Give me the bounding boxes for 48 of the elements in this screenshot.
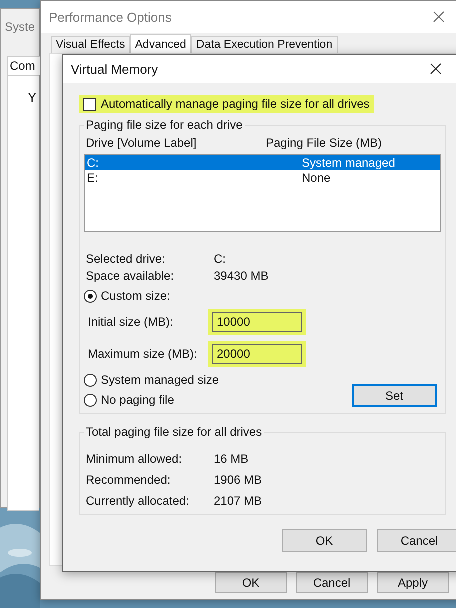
radio-button[interactable] [84, 394, 97, 406]
list-row[interactable]: E: None [85, 170, 440, 185]
list-row[interactable]: C: System managed [85, 155, 440, 170]
info-value: 1906 MB [214, 473, 262, 487]
dialog-button[interactable]: Apply [377, 572, 449, 593]
radio-label: No paging file [101, 393, 174, 407]
column-header: Drive [Volume Label] [86, 136, 198, 150]
input-field[interactable]: 10000 [208, 309, 306, 335]
info-label: Space available: [86, 269, 176, 283]
field-label: Initial size (MB): [88, 315, 174, 329]
size-text: System managed [301, 156, 396, 170]
window-title: Performance Options [49, 10, 172, 24]
checkbox-label: Automatically manage paging file size for all drives [101, 97, 370, 111]
checkbox-row[interactable]: Automatically manage paging file size for all drives [79, 95, 374, 113]
tab[interactable]: Com [7, 56, 40, 75]
info-value: 16 MB [214, 452, 249, 466]
info-value: C: [214, 252, 226, 266]
radio-button[interactable] [84, 374, 97, 386]
info-label: Minimum allowed: [86, 452, 184, 466]
close-icon[interactable] [430, 63, 442, 75]
set-button[interactable]: Set [352, 384, 437, 407]
dialog-button[interactable]: OK [282, 529, 367, 552]
input-field[interactable]: 20000 [208, 341, 306, 367]
dialog-button[interactable]: Cancel [377, 529, 456, 552]
checkbox[interactable] [83, 98, 96, 110]
column-header: Paging File Size (MB) [266, 136, 382, 150]
tab[interactable]: Advanced [130, 34, 192, 53]
tab[interactable]: Data Execution Prevention [191, 36, 338, 53]
group-title: Total paging file size for all drives [84, 425, 264, 439]
group-title: Paging file size for each drive [84, 118, 245, 132]
radio-label: System managed size [101, 373, 220, 387]
info-label: Recommended: [86, 473, 172, 487]
radio-label: Custom size: [101, 289, 170, 303]
window-title: Syste [4, 19, 36, 36]
dialog-button[interactable]: Cancel [296, 572, 368, 593]
drive-text: C: [87, 156, 100, 170]
info-value: 39430 MB [214, 269, 269, 283]
info-label: Selected drive: [86, 252, 166, 266]
radio-button[interactable] [84, 290, 97, 302]
dialog-button[interactable]: OK [215, 572, 287, 593]
size-text: None [301, 170, 331, 184]
tab[interactable]: Visual Effects [51, 36, 130, 53]
info-label: Currently allocated: [86, 494, 190, 508]
heading-text: Y [28, 90, 38, 105]
field-label: Maximum size (MB): [88, 347, 198, 361]
drive-text: E: [87, 170, 100, 184]
info-value: 2107 MB [214, 494, 262, 508]
dialog-title: Virtual Memory [71, 62, 158, 76]
